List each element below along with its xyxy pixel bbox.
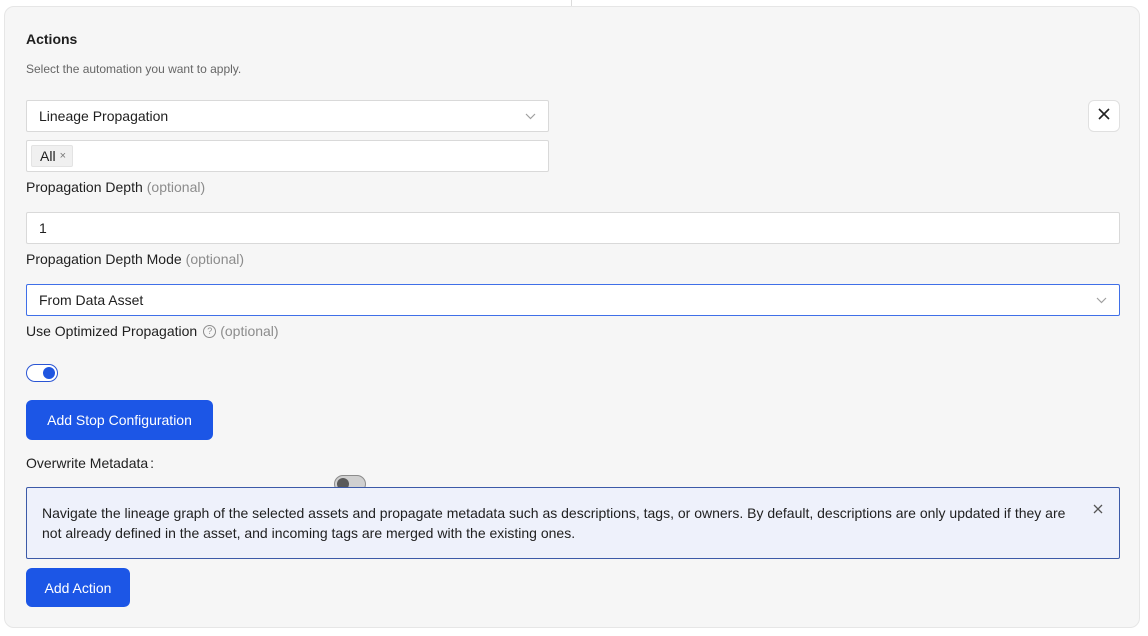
- propagation-depth-label: Propagation Depth (optional): [26, 179, 206, 195]
- propagation-depth-mode-label: Propagation Depth Mode (optional): [26, 251, 245, 267]
- propagation-depth-value: 1: [39, 220, 47, 236]
- section-subtitle: Select the automation you want to apply.: [26, 62, 242, 76]
- add-stop-configuration-button[interactable]: Add Stop Configuration: [26, 400, 213, 440]
- actions-card: Actions Select the automation you want t…: [4, 6, 1140, 628]
- remove-action-button[interactable]: [1088, 100, 1120, 132]
- action-select[interactable]: Lineage Propagation: [26, 100, 549, 132]
- optimized-propagation-label: Use Optimized Propagation ? (optional): [26, 323, 279, 339]
- question-circle-icon[interactable]: ?: [203, 324, 217, 338]
- toggle-knob: [43, 367, 55, 379]
- add-action-button[interactable]: Add Action: [26, 568, 130, 607]
- propagation-depth-input[interactable]: 1: [26, 212, 1120, 244]
- optimized-propagation-toggle[interactable]: [26, 364, 58, 382]
- info-alert: Navigate the lineage graph of the select…: [26, 487, 1120, 559]
- close-icon[interactable]: [1091, 502, 1105, 516]
- propagation-depth-mode-select[interactable]: From Data Asset: [26, 284, 1120, 316]
- section-title: Actions: [26, 31, 78, 47]
- selected-tag-label: All: [40, 148, 56, 164]
- selected-tag: All ×: [31, 145, 73, 167]
- chevron-down-icon: [1095, 294, 1107, 306]
- info-alert-text: Navigate the lineage graph of the select…: [42, 505, 1066, 541]
- tag-remove-icon[interactable]: ×: [60, 150, 66, 162]
- action-select-value: Lineage Propagation: [39, 108, 169, 124]
- chevron-down-icon: [524, 110, 536, 122]
- propagation-depth-mode-value: From Data Asset: [39, 292, 144, 308]
- asset-type-multiselect[interactable]: All ×: [26, 140, 549, 172]
- overwrite-metadata-label: Overwrite Metadata :: [26, 455, 155, 471]
- close-icon: [1097, 107, 1111, 126]
